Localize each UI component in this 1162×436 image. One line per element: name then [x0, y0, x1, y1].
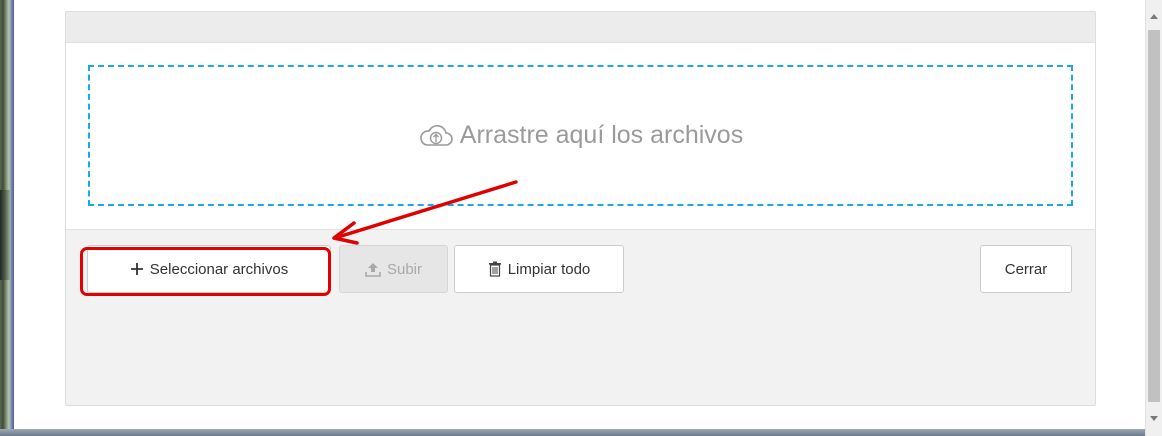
trash-icon [488, 261, 501, 277]
window: Arrastre aquí los archivos Seleccionar a… [0, 0, 1162, 436]
drop-area: Arrastre aquí los archivos [66, 43, 1095, 230]
cloud-upload-icon [419, 124, 453, 146]
dropzone-text: Arrastre aquí los archivos [459, 121, 744, 149]
dialog-header [66, 12, 1095, 43]
window-bottom-edge [0, 429, 1145, 436]
upload-icon [365, 262, 381, 277]
clear-all-button[interactable]: Limpiar todo [454, 245, 624, 293]
plus-icon [130, 263, 143, 275]
select-files-label: Seleccionar archivos [149, 260, 289, 278]
close-button[interactable]: Cerrar [980, 245, 1072, 293]
select-files-button[interactable]: Seleccionar archivos [87, 245, 331, 293]
dropzone-message: Arrastre aquí los archivos [418, 121, 743, 150]
vertical-scrollbar[interactable] [1145, 0, 1162, 436]
close-label: Cerrar [1004, 260, 1048, 278]
upload-dialog: Arrastre aquí los archivos Seleccionar a… [65, 11, 1096, 406]
upload-label: Subir [386, 260, 423, 278]
upload-button[interactable]: Subir [339, 245, 448, 293]
scroll-thumb[interactable] [1148, 30, 1160, 402]
background-window-edge [0, 0, 14, 436]
clear-all-label: Limpiar todo [507, 260, 591, 278]
dropzone[interactable]: Arrastre aquí los archivos [88, 65, 1073, 206]
scroll-up-arrow-icon[interactable] [1146, 8, 1162, 25]
scroll-down-arrow-icon[interactable] [1146, 410, 1162, 427]
